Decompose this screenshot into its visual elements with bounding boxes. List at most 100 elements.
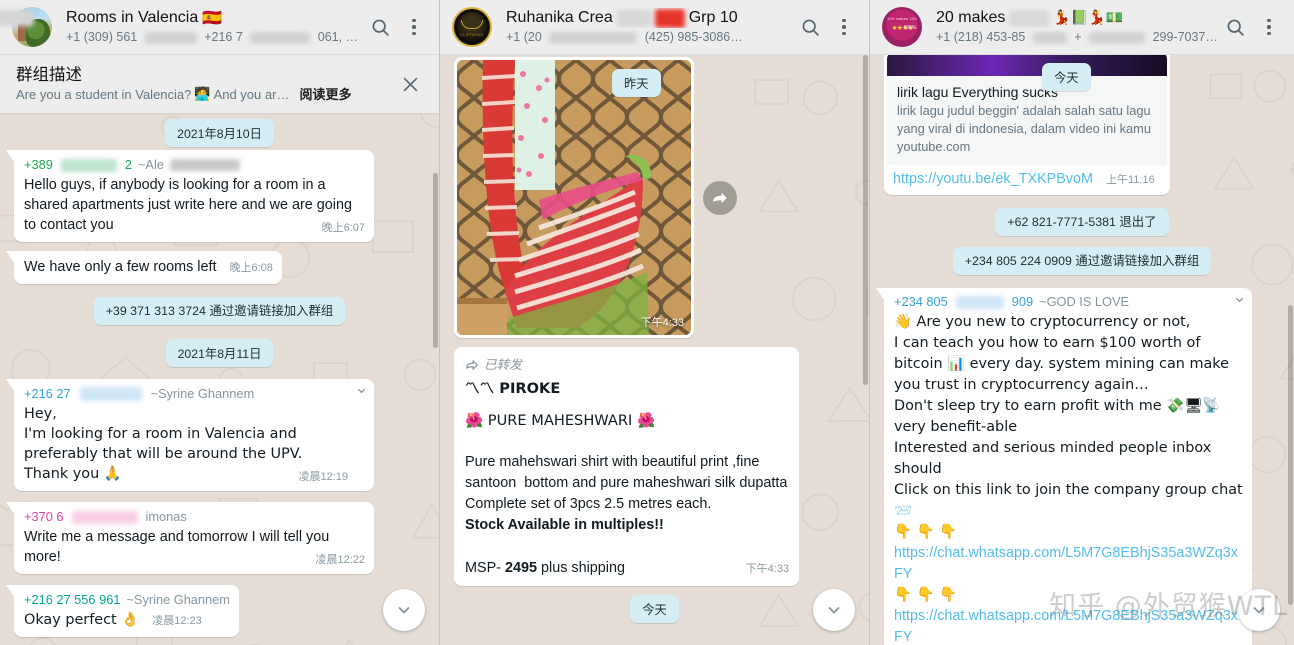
price-suffix: plus shipping [537, 560, 626, 576]
title-emoji: 💃📗💃💵 [1053, 10, 1124, 26]
product-description: Pure mahehswari shirt with beautiful pri… [465, 454, 788, 512]
forward-arrow-icon[interactable] [703, 180, 737, 215]
redaction-block [71, 510, 138, 524]
link-preview-description: lirik lagu judul beggin' adalah salah sa… [897, 103, 1151, 136]
message-link[interactable]: https://chat.whatsapp.com/L5M7G8EBhjS35a… [894, 606, 1243, 645]
chevron-down-icon[interactable] [1232, 292, 1247, 307]
avatar[interactable]: 100 makes 100 ★★★★%%% [882, 7, 922, 47]
message-link[interactable]: https://chat.whatsapp.com/L5M7G8EBhjS35a… [894, 543, 1243, 585]
chat-participants: +1 (20 (425) 985-3086… [506, 29, 795, 46]
participants-pre: +1 (218) 453-85 [936, 30, 1026, 44]
redaction-block [616, 9, 651, 27]
message-time: 凌晨12:23 [152, 615, 202, 627]
system-message-row: +39 371 313 3724 通过邀请链接加入群组 [14, 297, 425, 325]
chat-background-1: 2021年8月10日 +389 2 ~Ale Hello guys, if an… [0, 55, 439, 645]
message-sender: +216 27 ~Syrine Ghannem [24, 385, 348, 403]
message-text: Write me a message and tomorrow I will t… [24, 529, 334, 565]
message-bubble[interactable]: +389 2 ~Ale Hello guys, if anybody is lo… [14, 150, 374, 242]
chat-header-actions-2 [795, 12, 859, 42]
chat-title-tail: Grp 10 [688, 9, 738, 26]
date-chip: 今天 [630, 595, 679, 623]
message-bubble[interactable]: +370 6 imonas Write me a message and tom… [14, 502, 374, 574]
forwarded-message-bubble[interactable]: 已转发 〽〽 PIROKE 🌺 PURE MAHESHWARI 🌺 Pure m… [454, 347, 799, 586]
sender-number: +234 805 [894, 294, 948, 309]
date-chip-row: 2021年8月10日 [14, 119, 425, 147]
message-text: Okay perfect 👌 [24, 612, 140, 628]
message-text-mid: 👇 👇 👇 [894, 587, 957, 603]
message-row: +370 6 imonas Write me a message and tom… [14, 502, 425, 574]
participants-pre: +1 (309) 561 [66, 30, 138, 44]
message-text: Hey, I'm looking for a room in Valencia … [24, 406, 303, 482]
image-message-bubble[interactable]: 下午4:33 [454, 57, 694, 338]
link-preview-card[interactable]: lirik lagu Everything sucks lirik lagu j… [887, 55, 1167, 165]
avatar[interactable]: CLOTHING [452, 7, 492, 47]
link-preview-host: youtube.com [897, 139, 971, 154]
group-description-bar: 群组描述 Are you a student in Valencia? 🧑‍💻 … [0, 55, 439, 113]
media-timestamp: 下午4:33 [640, 317, 684, 329]
search-icon[interactable] [1220, 12, 1250, 42]
redaction-block [144, 31, 197, 44]
menu-dots-icon[interactable] [1254, 12, 1284, 42]
message-bubble[interactable]: +216 27 556 961 ~Syrine Ghannem Okay per… [14, 585, 239, 637]
sender-nickname: ~Syrine Ghannem [126, 592, 230, 607]
floating-date-chip-row: 今天 [1042, 63, 1091, 91]
scrollbar-3[interactable] [1287, 55, 1294, 645]
date-chip-row: 今天 [454, 595, 855, 623]
price-value: 2495 [504, 560, 537, 576]
sender-nickname: ~Syrine Ghannem [150, 386, 255, 401]
participants-mid: + [1074, 30, 1082, 44]
participants-pre: +1 (20 [506, 30, 542, 44]
message-text: 👋 Are you new to cryptocurrency or not, … [894, 314, 1243, 540]
menu-dots-icon[interactable] [399, 12, 429, 42]
close-icon[interactable] [393, 67, 427, 101]
message-bubble[interactable]: +234 805 909 ~GOD IS LOVE 👋 Are you new … [884, 288, 1252, 645]
floating-date-chip-row: 昨天 [612, 69, 661, 97]
chat-participants: +1 (218) 453-85 + 299-7037… [936, 29, 1220, 46]
message-row: +216 27 ~Syrine Ghannem Hey, I'm looking… [14, 379, 425, 491]
date-chip: 2021年8月11日 [165, 339, 274, 367]
chat-background-3: lirik lagu Everything sucks lirik lagu j… [870, 55, 1294, 645]
message-bubble[interactable]: We have only a few rooms left 晚上6:08 [14, 251, 282, 284]
chat-background-2: 下午4:33 已转发 〽〽 PIROKE 🌺 PURE MAHESHWARI 🌺… [440, 55, 869, 645]
participants-mid: +216 7 [204, 30, 243, 44]
scroll-to-bottom-button[interactable] [1238, 589, 1280, 631]
message-list-3[interactable]: lirik lagu Everything sucks lirik lagu j… [870, 55, 1294, 645]
chevron-down-icon[interactable] [354, 383, 369, 398]
scrollbar-2[interactable] [862, 55, 869, 645]
date-chip-row: 2021年8月11日 [14, 339, 425, 367]
scroll-to-bottom-button[interactable] [383, 589, 425, 631]
link-preview-title: lirik lagu Everything sucks [897, 84, 1059, 100]
message-list-2[interactable]: 下午4:33 已转发 〽〽 PIROKE 🌺 PURE MAHESHWARI 🌺… [440, 55, 869, 645]
menu-dots-icon[interactable] [829, 12, 859, 42]
group-description-title: 群组描述 [16, 65, 82, 84]
message-row: +389 2 ~Ale Hello guys, if anybody is lo… [14, 150, 425, 242]
chat-title: Ruhanika Crea Grp 10 [506, 8, 795, 28]
system-message: +234 805 224 0909 通过邀请链接加入群组 [952, 247, 1212, 275]
link-preview-bubble[interactable]: lirik lagu Everything sucks lirik lagu j… [884, 55, 1170, 195]
message-row: We have only a few rooms left 晚上6:08 [14, 251, 425, 284]
stock-line: Stock Available in multiples!! [465, 517, 664, 533]
system-message: +39 371 313 3724 通过邀请链接加入群组 [93, 297, 346, 325]
sender-nickname: imonas [145, 509, 187, 524]
chat-participants: +1 (309) 561 +216 7 061, … [66, 29, 365, 46]
chat-panel-3: lirik lagu Everything sucks lirik lagu j… [870, 0, 1294, 645]
message-sender: +216 27 556 961 ~Syrine Ghannem [24, 591, 230, 609]
scroll-to-bottom-button[interactable] [813, 589, 855, 631]
scrollbar-1[interactable] [432, 55, 439, 645]
chat-header-text-3: 20 makes 💃📗💃💵 +1 (218) 453-85 + 299-7037… [922, 8, 1220, 46]
redaction-block [955, 295, 1004, 309]
message-time: 上午11:16 [1105, 174, 1155, 186]
chat-header-text-2: Ruhanika Crea Grp 10 +1 (20 (425) 985-30… [492, 8, 795, 46]
message-text: Hello guys, if anybody is looking for a … [24, 177, 356, 233]
message-row: 已转发 〽〽 PIROKE 🌺 PURE MAHESHWARI 🌺 Pure m… [454, 347, 855, 586]
message-sender: +370 6 imonas [24, 508, 365, 526]
search-icon[interactable] [365, 12, 395, 42]
read-more-link[interactable]: 阅读更多 [299, 86, 351, 104]
product-image[interactable]: 下午4:33 [457, 60, 691, 335]
message-link[interactable]: https://youtu.be/ek_TXKPBvoM [893, 171, 1093, 187]
message-list-1[interactable]: 2021年8月10日 +389 2 ~Ale Hello guys, if an… [0, 55, 439, 645]
person-emoji: 🧑‍💻 [194, 86, 211, 102]
search-icon[interactable] [795, 12, 825, 42]
sender-nickname: ~GOD IS LOVE [1039, 294, 1130, 309]
message-bubble[interactable]: +216 27 ~Syrine Ghannem Hey, I'm looking… [14, 379, 374, 491]
